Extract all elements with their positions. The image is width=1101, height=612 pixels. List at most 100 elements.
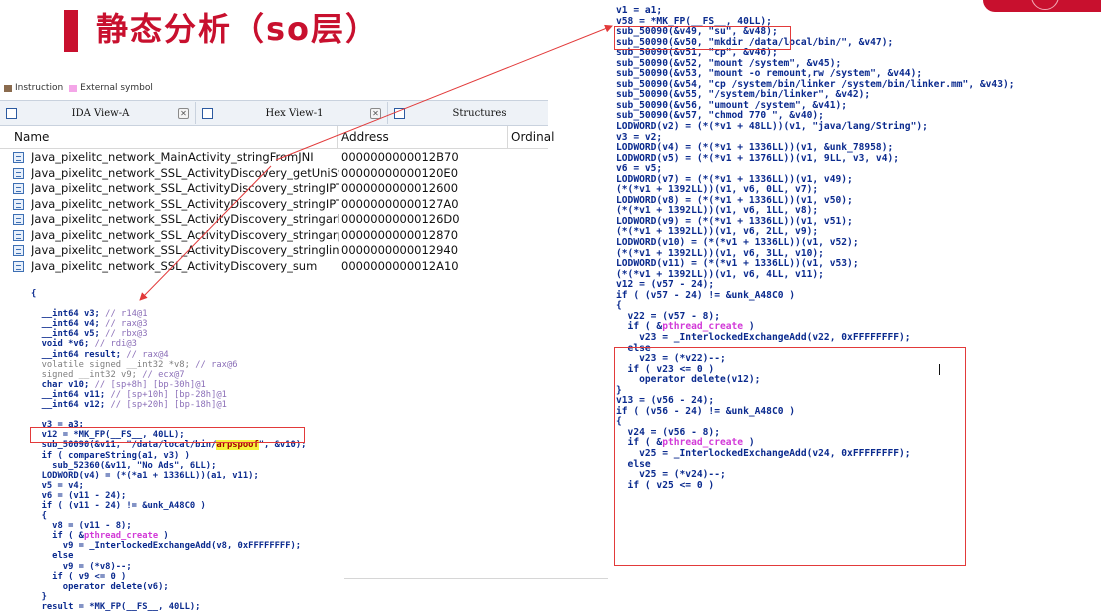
- code-comment: // r14@1: [105, 309, 148, 320]
- code-line: LODWORD(v11) = (*(*v1 + 1336LL))(v1, v53…: [616, 258, 859, 270]
- export-row[interactable]: Java_pixelitc_network_SSL_ActivityDiscov…: [0, 228, 548, 244]
- code-line: __int64 v4;: [31, 319, 106, 330]
- code-comment: // [sp+10h] [bp-28h]@1: [110, 389, 227, 400]
- hex-view-icon: [202, 107, 213, 119]
- pseudocode-left: { __int64 v3; // r14@1 __int64 v4; // ra…: [31, 289, 306, 612]
- column-separator[interactable]: [507, 126, 508, 148]
- text-cursor: [939, 364, 940, 375]
- code-line: v12 = (v57 - 24);: [616, 279, 715, 291]
- code-line: v9 = _InterlockedExchangeAdd(v8, 0xFFFFF…: [31, 541, 302, 552]
- highlight-box-refcount: [614, 347, 966, 566]
- code-line: LODWORD(v2) = (*(*v1 + 48LL))(v1, "java/…: [616, 121, 928, 133]
- code-line: signed __int32 v9;: [31, 369, 143, 380]
- slide-title: 静态分析（so层）: [96, 10, 380, 48]
- column-ordinal[interactable]: Ordinal: [511, 130, 554, 144]
- external-symbol-swatch-icon: [69, 84, 78, 92]
- export-row[interactable]: Java_pixelitc_network_SSL_ActivityDiscov…: [0, 243, 548, 259]
- column-name[interactable]: Name: [14, 130, 49, 144]
- exports-list: Java_pixelitc_network_MainActivity_strin…: [0, 150, 548, 274]
- code-line: v6 = v5;: [616, 163, 663, 175]
- export-name: Java_pixelitc_network_MainActivity_strin…: [31, 150, 314, 164]
- tab-label: Structures: [452, 107, 507, 119]
- code-line: (*(*v1 + 1392LL))(v1, v6, 0LL, v7);: [616, 184, 819, 196]
- function-icon: [13, 198, 24, 210]
- exports-header: Name Address Ordinal: [0, 126, 554, 149]
- code-line: if ( (v11 - 24) != &unk_A48C0 ): [31, 500, 206, 511]
- legend-external-symbol: External symbol: [80, 83, 153, 93]
- legend-instruction: Instruction: [15, 83, 64, 93]
- tab-ida-view-a[interactable]: IDA View-A ✕: [0, 102, 196, 124]
- function-icon: [13, 245, 24, 256]
- tab-hex-view-1[interactable]: Hex View-1 ✕: [196, 102, 388, 124]
- code-line: __int64 result;: [31, 349, 127, 360]
- code-line: operator delete(v6);: [31, 581, 169, 592]
- code-comment: // rdi@3: [94, 339, 137, 350]
- code-line: if ( &: [616, 321, 663, 333]
- export-address: 00000000000127A0: [341, 196, 459, 211]
- code-line: {: [31, 511, 47, 522]
- export-name: Java_pixelitc_network_SSL_ActivityDiscov…: [31, 181, 339, 195]
- export-row[interactable]: Java_pixelitc_network_SSL_ActivityDiscov…: [0, 166, 548, 182]
- code-line: if (: [31, 450, 69, 461]
- code-line: void *v6;: [31, 339, 95, 350]
- function-icon: [13, 152, 24, 163]
- function-icon: [13, 214, 24, 225]
- code-line: LODWORD(v5) = (*(*v1 + 1376LL))(v1, 9LL,…: [616, 152, 900, 164]
- export-name: Java_pixelitc_network_SSL_ActivityDiscov…: [31, 212, 339, 226]
- code-line: LODWORD(v7) = (*(*v1 + 1336LL))(v1, v49)…: [616, 173, 853, 185]
- code-comment: // rax@3: [105, 319, 148, 330]
- code-line: char v10;: [31, 379, 95, 390]
- code-line: if ( &: [31, 531, 84, 542]
- instruction-swatch-icon: [4, 84, 12, 92]
- export-address: 0000000000012870: [341, 227, 459, 242]
- code-line: __int64 v12;: [31, 400, 111, 411]
- code-line: (*(*v1 + 1392LL))(v1, v6, 3LL, v10);: [616, 247, 824, 259]
- code-line: sub_50090(&v53, "mount -o remount,rw /sy…: [616, 68, 923, 80]
- code-line: result = *MK_FP(__FS__, 40LL);: [31, 601, 201, 612]
- code-line: sub_50090(&v55, "/system/bin/linker", &v…: [616, 89, 871, 101]
- code-keyword: pthread_create: [662, 321, 744, 333]
- function-icon: [13, 229, 24, 241]
- export-name: Java_pixelitc_network_SSL_ActivityDiscov…: [31, 227, 339, 242]
- structures-icon: [394, 107, 405, 119]
- export-address: 0000000000012600: [341, 181, 459, 195]
- export-address: 0000000000012B70: [341, 150, 459, 164]
- title-accent-bar: [64, 10, 78, 52]
- close-icon[interactable]: ✕: [178, 107, 189, 119]
- ida-view-icon: [6, 107, 17, 119]
- code-line: v58 = *MK_FP(__FS__, 40LL);: [616, 15, 772, 27]
- close-icon[interactable]: ✕: [370, 107, 381, 119]
- function-icon: [13, 260, 24, 272]
- code-line: if ( (v57 - 24) != &unk_A48C0 ): [616, 289, 796, 301]
- code-line: v3 = v2;: [616, 131, 663, 143]
- export-name: Java_pixelitc_network_SSL_ActivityDiscov…: [31, 243, 339, 257]
- function-icon: [13, 183, 24, 194]
- code-line: if ( v9 <= 0 ): [31, 571, 127, 582]
- export-name: Java_pixelitc_network_SSL_ActivityDiscov…: [31, 196, 339, 211]
- code-line: v23 = _InterlockedExchangeAdd(v22, 0xFFF…: [616, 331, 911, 343]
- export-row[interactable]: Java_pixelitc_network_SSL_ActivityDiscov…: [0, 212, 548, 228]
- code-line: v9 = (*v8)--;: [31, 561, 132, 572]
- export-row[interactable]: Java_pixelitc_network_SSL_ActivityDiscov…: [0, 197, 548, 213]
- code-keyword: pthread_create: [83, 531, 159, 542]
- code-line: sub_50090(&v56, "umount /system", &v41);: [616, 99, 848, 111]
- export-address: 00000000000126D0: [341, 212, 460, 226]
- tab-structures[interactable]: Structures: [388, 102, 548, 124]
- code-comment: // rax@6: [195, 359, 238, 370]
- code-line: __int64 v5;: [31, 329, 106, 340]
- code-line: LODWORD(v4) = (*(*v1 + 1336LL))(v1, &unk…: [616, 142, 894, 154]
- code-line: v5 = v4;: [31, 480, 84, 491]
- export-row[interactable]: Java_pixelitc_network_MainActivity_strin…: [0, 150, 548, 166]
- function-icon: [13, 167, 24, 179]
- code-line: (*(*v1 + 1392LL))(v1, v6, 4LL, v11);: [616, 268, 824, 280]
- export-row[interactable]: Java_pixelitc_network_SSL_ActivityDiscov…: [0, 181, 548, 197]
- code-line: (*(*v1 + 1392LL))(v1, v6, 2LL, v9);: [616, 226, 819, 238]
- code-line: LODWORD(v9) = (*(*v1 + 1336LL))(v1, v51)…: [616, 215, 853, 227]
- code-line: ): [743, 321, 755, 333]
- export-row[interactable]: Java_pixelitc_network_SSL_ActivityDiscov…: [0, 259, 548, 275]
- export-address: 0000000000012940: [341, 243, 459, 257]
- divider-line: [344, 578, 608, 579]
- column-separator[interactable]: [337, 126, 338, 148]
- code-line: LODWORD(v10) = (*(*v1 + 1336LL))(v1, v52…: [616, 237, 859, 249]
- column-address[interactable]: Address: [341, 130, 389, 144]
